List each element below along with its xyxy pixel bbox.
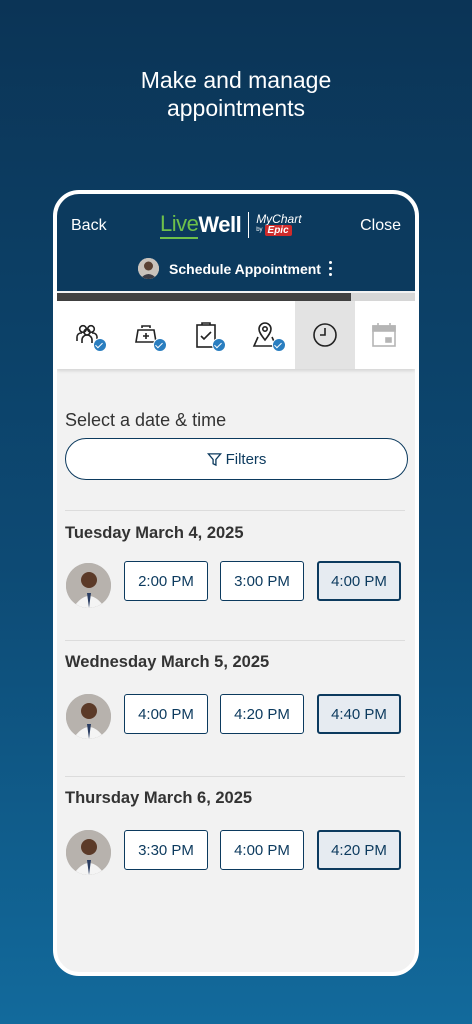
progress-bar	[57, 293, 415, 301]
step-time[interactable]	[295, 301, 355, 369]
logo-divider	[248, 212, 250, 238]
select-date-prompt: Select a date & time	[65, 410, 227, 430]
by-text: by	[256, 227, 263, 233]
time-slot-button[interactable]: 4:00 PM	[124, 694, 208, 734]
close-button[interactable]: Close	[360, 217, 401, 235]
calendar-icon	[372, 323, 397, 347]
time-slot-button[interactable]: 2:00 PM	[124, 561, 208, 601]
app-header: Back Live Well MyChart by Epic Close Sch…	[57, 194, 415, 291]
marketing-headline: Make and manage appointments	[0, 66, 472, 122]
time-slot-button[interactable]: 3:30 PM	[124, 830, 208, 870]
more-options-icon[interactable]	[328, 261, 334, 276]
epic-row: by Epic	[256, 225, 301, 236]
logo-live-text: Live	[160, 211, 199, 239]
headline-line-1: Make and manage	[140, 67, 332, 93]
step-people[interactable]	[57, 301, 117, 369]
progress-bar-fill	[57, 293, 351, 301]
mychart-logo: MyChart by Epic	[256, 212, 302, 236]
step-calendar[interactable]	[355, 301, 415, 369]
step-navigation	[57, 301, 415, 369]
time-slot-button-selected[interactable]: 4:00 PM	[317, 561, 401, 601]
provider-avatar	[66, 563, 111, 608]
day-title: Thursday March 6, 2025	[65, 789, 253, 807]
epic-text: Epic	[264, 225, 292, 236]
time-slot-button[interactable]: 4:20 PM	[220, 694, 304, 734]
step-location[interactable]	[236, 301, 296, 369]
step-medical[interactable]	[117, 301, 177, 369]
completed-check-icon	[93, 338, 107, 352]
logo-well-text: Well	[198, 212, 242, 237]
time-slot-button-selected[interactable]: 4:40 PM	[317, 694, 401, 734]
screen-title-row: Schedule Appointment	[57, 258, 415, 279]
headline-line-2: appointments	[166, 95, 306, 121]
completed-check-icon	[271, 338, 286, 352]
day-title: Tuesday March 4, 2025	[65, 524, 244, 542]
section-divider	[65, 640, 405, 641]
livewell-mychart-logo: Live Well MyChart by Epic	[160, 210, 310, 240]
user-avatar	[138, 258, 160, 279]
filter-icon	[206, 452, 222, 466]
back-button[interactable]: Back	[71, 217, 107, 235]
time-slot-button[interactable]: 3:00 PM	[220, 561, 304, 601]
time-slot-button[interactable]: 4:00 PM	[220, 830, 304, 870]
phone-frame: Back Live Well MyChart by Epic Close Sch…	[53, 190, 419, 976]
mychart-text: MyChart	[256, 212, 302, 226]
completed-check-icon	[212, 338, 226, 352]
provider-avatar	[66, 694, 111, 739]
day-title: Wednesday March 5, 2025	[65, 653, 270, 671]
time-slot-button-selected[interactable]: 4:20 PM	[317, 830, 401, 870]
clock-icon	[312, 323, 337, 347]
completed-check-icon	[152, 338, 167, 352]
screen-title: Schedule Appointment	[169, 260, 321, 277]
provider-avatar	[66, 830, 111, 875]
section-divider	[65, 776, 405, 777]
step-checklist[interactable]	[176, 301, 236, 369]
section-divider	[65, 510, 405, 511]
filters-label: Filters	[225, 450, 267, 468]
filters-button[interactable]: Filters	[65, 438, 408, 480]
